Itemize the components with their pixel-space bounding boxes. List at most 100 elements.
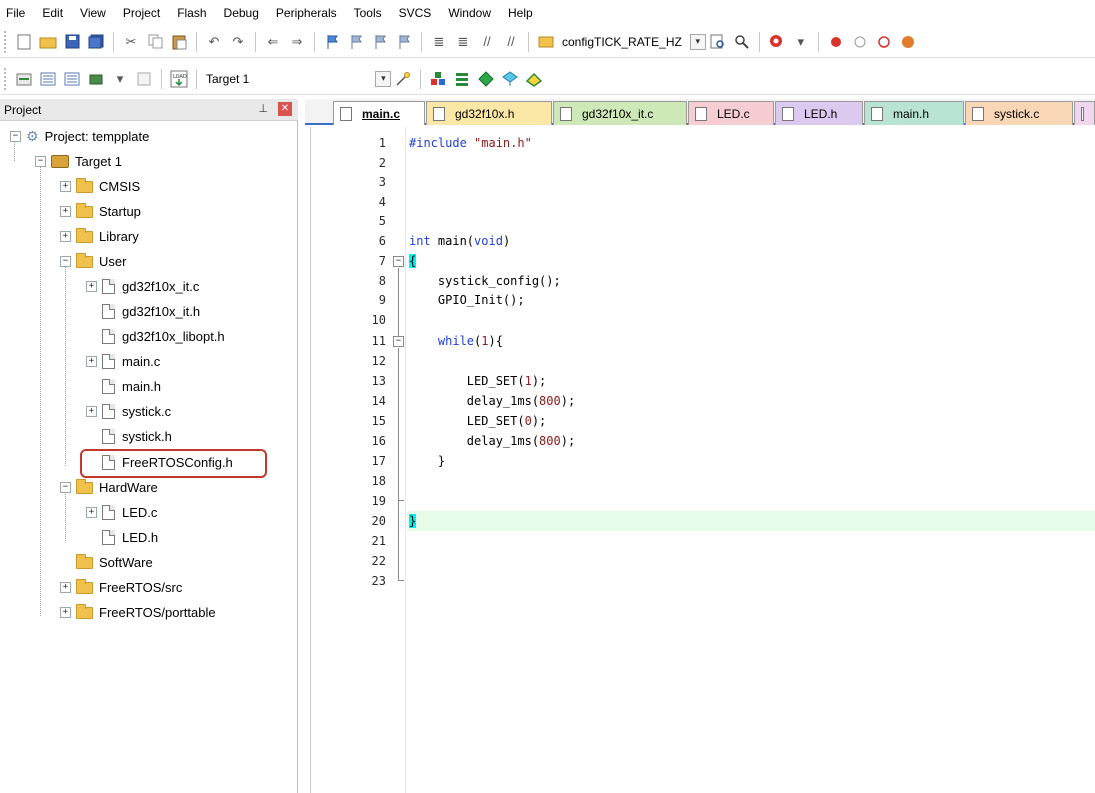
target-dropdown[interactable]: ▾ [375, 70, 392, 87]
save-icon[interactable] [61, 31, 83, 53]
menu-debug[interactable]: Debug [224, 6, 259, 20]
tree-group-hardware[interactable]: − HardWare [60, 475, 158, 500]
fold-collapse-icon[interactable]: − [393, 336, 404, 347]
bookmark-icon[interactable] [321, 31, 343, 53]
stop-build-icon[interactable] [133, 68, 155, 90]
manage-rte-icon[interactable] [475, 68, 497, 90]
expand-icon[interactable]: + [60, 181, 71, 192]
find-in-files-icon[interactable] [535, 31, 557, 53]
tree-group-startup[interactable]: + Startup [60, 199, 141, 224]
menu-project[interactable]: Project [123, 6, 160, 20]
menu-help[interactable]: Help [508, 6, 533, 20]
tab-main-c[interactable]: main.c [333, 101, 425, 125]
tree-file[interactable]: + systick.c [86, 399, 171, 424]
tree-file[interactable]: main.h [102, 374, 161, 399]
expand-icon[interactable]: + [60, 607, 71, 618]
cut-icon[interactable]: ✂ [120, 31, 142, 53]
collapse-icon[interactable]: − [10, 131, 21, 142]
tab-main-h[interactable]: main.h [864, 101, 964, 125]
tab-systick-c[interactable]: systick.c [965, 101, 1073, 125]
navigate-back-icon[interactable]: ⇐ [262, 31, 284, 53]
collapse-icon[interactable]: − [60, 256, 71, 267]
unindent-icon[interactable]: ≣ [452, 31, 474, 53]
tree-group-freertos-porttable[interactable]: + FreeRTOS/porttable [60, 600, 216, 625]
expand-icon[interactable]: + [60, 582, 71, 593]
menu-edit[interactable]: Edit [42, 6, 63, 20]
find-combo-dropdown[interactable]: ▾ [689, 33, 706, 50]
menu-peripherals[interactable]: Peripherals [276, 6, 337, 20]
clear-bookmarks-icon[interactable] [393, 31, 415, 53]
tab-gd32f10x-h[interactable]: gd32f10x.h [426, 101, 552, 125]
navigate-forward-icon[interactable]: ⇒ [286, 31, 308, 53]
paste-icon[interactable] [168, 31, 190, 53]
debug-dropdown-icon[interactable]: ▾ [790, 31, 812, 53]
rebuild-icon[interactable] [61, 68, 83, 90]
kill-breakpoints-icon[interactable] [873, 31, 895, 53]
fold-collapse-icon[interactable]: − [393, 256, 404, 267]
expand-icon[interactable]: + [86, 356, 97, 367]
toolbar-grip[interactable] [4, 30, 8, 53]
open-folder-icon[interactable] [37, 31, 59, 53]
manage-project-items-icon[interactable] [427, 68, 449, 90]
new-file-icon[interactable] [13, 31, 35, 53]
redo-icon[interactable]: ↷ [227, 31, 249, 53]
select-packs-icon[interactable] [451, 68, 473, 90]
close-icon[interactable]: ✕ [278, 102, 292, 116]
tree-file[interactable]: gd32f10x_libopt.h [102, 324, 225, 349]
uncomment-icon[interactable]: // [500, 31, 522, 53]
insert-breakpoint-icon[interactable] [825, 31, 847, 53]
code-editor[interactable]: 1 2 3 4 5 6 7 8 9 10 11 12 13 14 15 16 1… [310, 127, 1095, 793]
toolbar-grip[interactable] [4, 67, 8, 90]
build-icon[interactable] [37, 68, 59, 90]
disable-breakpoint-icon[interactable] [849, 31, 871, 53]
tree-file[interactable]: + gd32f10x_it.c [86, 274, 199, 299]
collapse-icon[interactable]: − [60, 482, 71, 493]
pack-installer-icon[interactable] [499, 68, 521, 90]
translate-icon[interactable] [13, 68, 35, 90]
prev-bookmark-icon[interactable] [345, 31, 367, 53]
tree-group-cmsis[interactable]: + CMSIS [60, 174, 140, 199]
tab-gd32f10x-it-c[interactable]: gd32f10x_it.c [553, 101, 687, 125]
copy-icon[interactable] [144, 31, 166, 53]
collapse-icon[interactable]: − [35, 156, 46, 167]
expand-icon[interactable]: + [86, 281, 97, 292]
tree-file[interactable]: gd32f10x_it.h [102, 299, 200, 324]
pack-update-icon[interactable] [523, 68, 545, 90]
tree-file[interactable]: systick.h [102, 424, 172, 449]
save-all-icon[interactable] [85, 31, 107, 53]
menu-flash[interactable]: Flash [177, 6, 206, 20]
tree-group-software[interactable]: SoftWare [76, 550, 153, 575]
batch-build-dropdown-icon[interactable]: ▾ [109, 68, 131, 90]
undo-icon[interactable]: ↶ [203, 31, 225, 53]
debug-session-icon[interactable] [766, 31, 788, 53]
pin-icon[interactable]: ⊥ [258, 102, 268, 115]
load-download-icon[interactable]: LOAD [168, 68, 190, 90]
tree-group-user[interactable]: − User [60, 249, 126, 274]
configure-icon[interactable] [897, 31, 919, 53]
menu-window[interactable]: Window [448, 6, 491, 20]
tree-file[interactable]: LED.h [102, 525, 158, 550]
incremental-find-icon[interactable] [707, 31, 729, 53]
next-bookmark-icon[interactable] [369, 31, 391, 53]
tab-overflow[interactable] [1074, 101, 1095, 125]
tree-file[interactable]: + LED.c [86, 500, 157, 525]
comment-icon[interactable]: // [476, 31, 498, 53]
tree-file[interactable]: + main.c [86, 349, 160, 374]
tree-group-freertos-src[interactable]: + FreeRTOS/src [60, 575, 182, 600]
find-icon[interactable] [731, 31, 753, 53]
tree-group-library[interactable]: + Library [60, 224, 139, 249]
menu-tools[interactable]: Tools [354, 6, 382, 20]
tree-root-project[interactable]: − ⚙ Project: tempplate [10, 124, 149, 149]
expand-icon[interactable]: + [86, 406, 97, 417]
batch-build-icon[interactable] [85, 68, 107, 90]
tree-target[interactable]: − Target 1 [35, 149, 122, 174]
menu-file[interactable]: File [6, 6, 25, 20]
indent-icon[interactable]: ≣ [428, 31, 450, 53]
target-selector[interactable]: Target 1 [206, 72, 249, 86]
target-options-icon[interactable] [392, 68, 414, 90]
expand-icon[interactable]: + [60, 231, 71, 242]
find-combo-value[interactable]: configTICK_RATE_HZ [562, 35, 682, 49]
expand-icon[interactable]: + [86, 507, 97, 518]
expand-icon[interactable]: + [60, 206, 71, 217]
tab-led-h[interactable]: LED.h [775, 101, 863, 125]
